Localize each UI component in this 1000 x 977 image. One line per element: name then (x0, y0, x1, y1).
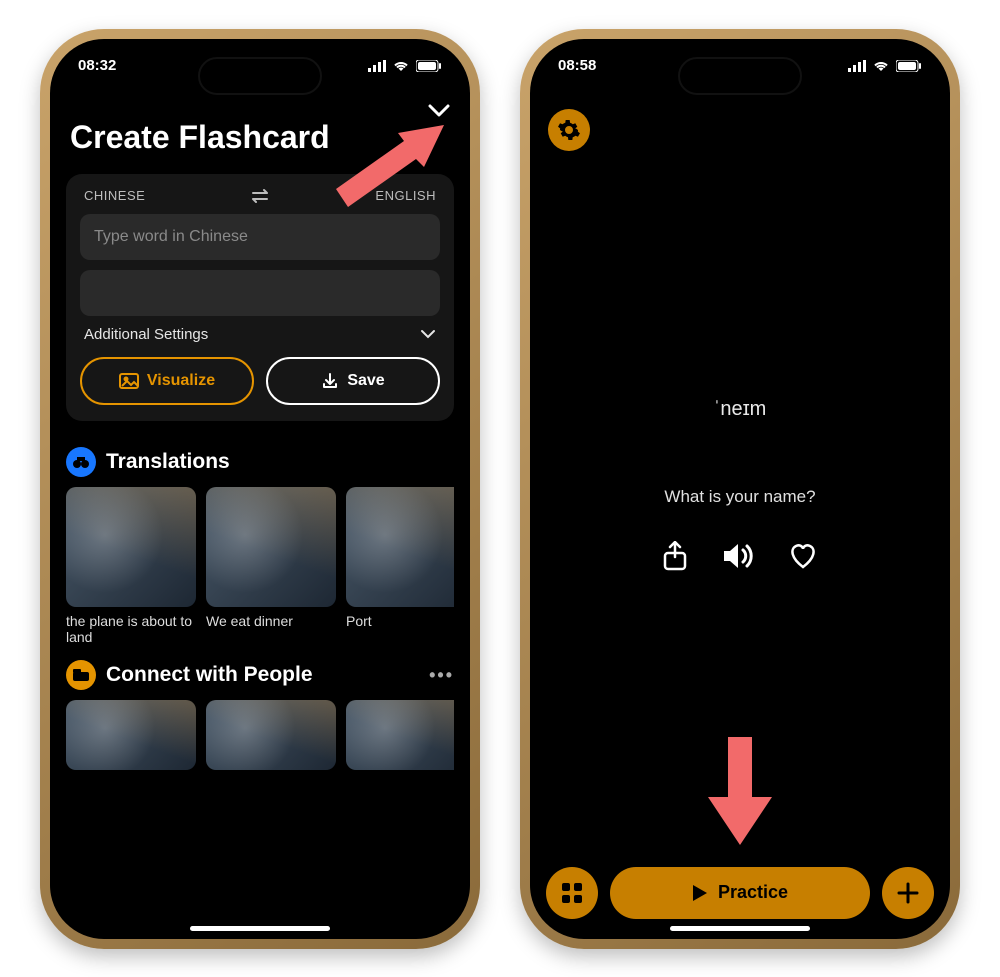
additional-settings-label: Additional Settings (84, 326, 208, 343)
battery-icon (896, 60, 922, 72)
connect-heading-row: Connect with People ••• (66, 660, 454, 690)
visualize-button[interactable]: Visualize (80, 357, 254, 405)
additional-settings-toggle[interactable]: Additional Settings (84, 326, 436, 343)
tile-image (66, 487, 196, 607)
translations-heading-row: Translations (66, 447, 454, 477)
annotation-arrow (700, 737, 780, 847)
dynamic-island (680, 59, 800, 93)
connect-heading: Connect with People (106, 663, 313, 687)
grid-icon (561, 882, 583, 904)
home-indicator[interactable] (670, 926, 810, 931)
phone-left: 08:32 Create Flashcard CHINESE (40, 29, 480, 949)
more-icon[interactable]: ••• (429, 665, 454, 686)
add-button[interactable] (882, 867, 934, 919)
translation-tile[interactable]: the plane is about to land (66, 487, 196, 647)
flashcard-ipa: ˈneɪm (530, 398, 950, 421)
visualize-label: Visualize (147, 372, 215, 390)
phone-right: 08:58 name ˈneɪm (n.) 名字 What is your na… (520, 29, 960, 949)
lang-to[interactable]: ENGLISH (375, 188, 436, 203)
home-indicator[interactable] (190, 926, 330, 931)
heart-icon[interactable] (788, 541, 818, 571)
tile-image (346, 700, 454, 770)
tile-image (346, 487, 454, 607)
connect-tile[interactable] (346, 700, 454, 770)
tile-caption: We eat dinner (206, 613, 336, 630)
connect-tile[interactable] (66, 700, 196, 770)
practice-button[interactable]: Practice (610, 867, 870, 919)
wifi-icon (392, 60, 410, 72)
flashcard-word: name (530, 339, 950, 394)
translate-card: CHINESE ENGLISH Type word in Chinese Add… (66, 174, 454, 421)
flashcard-example: What is your name? (530, 487, 950, 507)
grid-button[interactable] (546, 867, 598, 919)
play-icon (692, 884, 708, 902)
practice-label: Practice (718, 882, 788, 903)
plus-icon (897, 882, 919, 904)
cellular-icon (368, 60, 386, 72)
cellular-icon (848, 60, 866, 72)
translation-tile[interactable]: We eat dinner (206, 487, 336, 647)
folder-icon (66, 660, 96, 690)
tile-image (66, 700, 196, 770)
lang-from[interactable]: CHINESE (84, 188, 145, 203)
translations-heading: Translations (106, 450, 230, 474)
speaker-icon[interactable] (722, 541, 754, 571)
dynamic-island (200, 59, 320, 93)
tile-image (206, 487, 336, 607)
tile-image (206, 700, 336, 770)
swap-icon[interactable] (250, 188, 270, 204)
share-icon[interactable] (662, 541, 688, 571)
image-icon (119, 373, 139, 389)
translation-tile[interactable]: Port (346, 487, 454, 647)
source-input[interactable]: Type word in Chinese (80, 214, 440, 260)
battery-icon (416, 60, 442, 72)
page-title: Create Flashcard (70, 119, 450, 156)
gear-icon (557, 118, 581, 142)
status-time: 08:32 (78, 57, 116, 74)
target-input[interactable] (80, 270, 440, 316)
settings-button[interactable] (548, 109, 590, 151)
flashcard-definition: (n.) 名字 (530, 451, 950, 477)
wifi-icon (872, 60, 890, 72)
binoculars-icon (66, 447, 96, 477)
save-label: Save (347, 372, 384, 390)
connect-tile[interactable] (206, 700, 336, 770)
save-button[interactable]: Save (266, 357, 440, 405)
tile-caption: Port (346, 613, 454, 630)
status-time: 08:58 (558, 57, 596, 74)
tile-caption: the plane is about to land (66, 613, 196, 647)
chevron-down-icon (420, 329, 436, 339)
download-icon (321, 372, 339, 390)
